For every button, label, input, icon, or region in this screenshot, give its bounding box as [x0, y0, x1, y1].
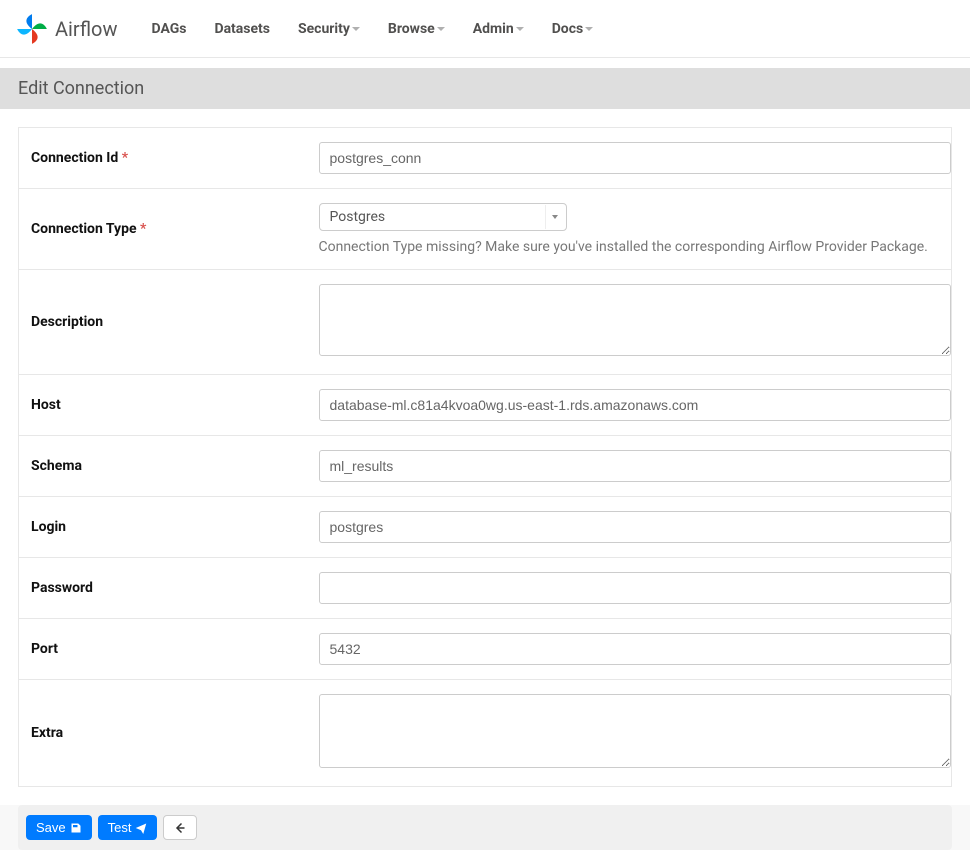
- label-host: Host: [19, 375, 319, 436]
- port-input[interactable]: [319, 633, 952, 665]
- conn-type-help: Connection Type missing? Make sure you'v…: [319, 239, 952, 255]
- label-extra: Extra: [19, 680, 319, 787]
- label-description: Description: [19, 270, 319, 375]
- form-container: Connection Id * Connection Type * Postgr…: [0, 109, 970, 805]
- button-bar: Save Test: [18, 805, 952, 850]
- page-body: Edit Connection Connection Id * Connecti…: [0, 68, 970, 850]
- label-conn-type-text: Connection Type: [31, 221, 137, 237]
- nav-browse-label: Browse: [388, 21, 435, 37]
- nav-admin-label: Admin: [473, 21, 514, 37]
- chevron-down-icon: [516, 27, 524, 31]
- brand-link[interactable]: Airflow: [15, 12, 117, 46]
- label-login: Login: [19, 497, 319, 558]
- arrow-left-icon: [174, 822, 186, 834]
- schema-input[interactable]: [319, 450, 952, 482]
- label-password: Password: [19, 558, 319, 619]
- test-button-label: Test: [108, 820, 132, 835]
- brand-text: Airflow: [55, 17, 117, 41]
- nav-docs-label: Docs: [552, 21, 584, 37]
- conn-type-selected: Postgres: [330, 209, 386, 225]
- label-conn-type: Connection Type *: [19, 189, 319, 270]
- label-conn-id-text: Connection Id: [31, 150, 118, 166]
- airflow-logo-icon: [15, 12, 49, 46]
- description-input[interactable]: [319, 284, 952, 356]
- label-port: Port: [19, 619, 319, 680]
- nav-datasets-label: Datasets: [214, 21, 270, 37]
- password-input[interactable]: [319, 572, 952, 604]
- login-input[interactable]: [319, 511, 952, 543]
- label-conn-id: Connection Id *: [19, 128, 319, 189]
- nav-browse[interactable]: Browse: [374, 0, 459, 58]
- back-button[interactable]: [163, 815, 197, 840]
- nav-admin[interactable]: Admin: [459, 0, 538, 58]
- page-title: Edit Connection: [0, 68, 970, 109]
- nav-security-label: Security: [298, 21, 350, 37]
- chevron-down-icon: [585, 27, 593, 31]
- chevron-down-icon: [437, 27, 445, 31]
- main-nav: DAGs Datasets Security Browse Admin Docs: [137, 0, 607, 58]
- chevron-down-icon: [545, 205, 565, 229]
- conn-type-select[interactable]: Postgres: [319, 203, 567, 231]
- nav-datasets[interactable]: Datasets: [200, 0, 284, 58]
- save-button-label: Save: [36, 820, 66, 835]
- label-schema: Schema: [19, 436, 319, 497]
- conn-id-input[interactable]: [319, 142, 952, 174]
- host-input[interactable]: [319, 389, 952, 421]
- nav-docs[interactable]: Docs: [538, 0, 608, 58]
- chevron-down-icon: [352, 27, 360, 31]
- save-icon: [70, 822, 82, 834]
- save-button[interactable]: Save: [26, 815, 92, 840]
- nav-security[interactable]: Security: [284, 0, 374, 58]
- nav-dags[interactable]: DAGs: [137, 0, 200, 58]
- nav-dags-label: DAGs: [151, 21, 186, 37]
- test-button[interactable]: Test: [98, 815, 158, 840]
- required-marker: *: [118, 150, 128, 166]
- top-navbar: Airflow DAGs Datasets Security Browse Ad…: [0, 0, 970, 58]
- paper-plane-icon: [135, 822, 147, 834]
- extra-input[interactable]: [319, 694, 952, 768]
- required-marker: *: [137, 221, 147, 237]
